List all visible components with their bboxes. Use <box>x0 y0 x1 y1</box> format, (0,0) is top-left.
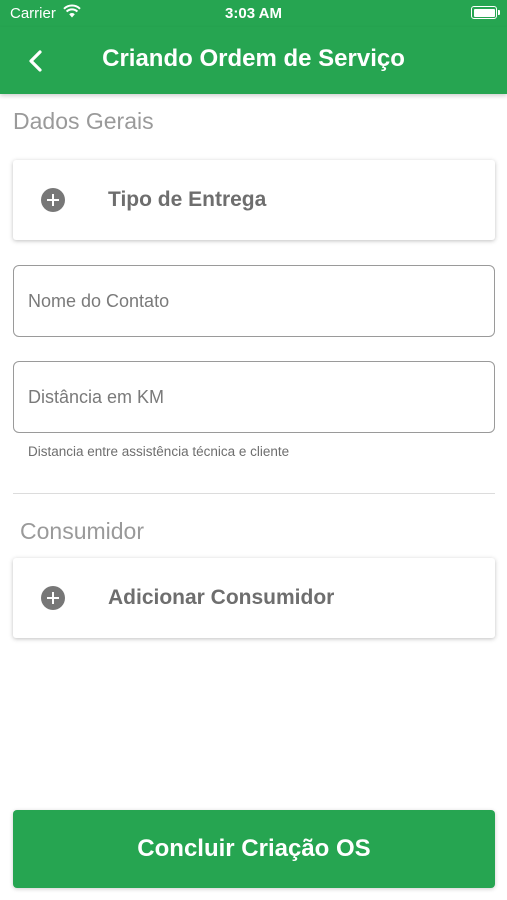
battery-icon <box>471 6 500 19</box>
delivery-type-label: Tipo de Entrega <box>108 188 267 211</box>
section-divider <box>13 493 495 494</box>
section-title-consumer: Consumidor <box>20 518 144 544</box>
delivery-type-button[interactable]: Tipo de Entrega <box>13 160 495 240</box>
navigation-bar: Criando Ordem de Serviço <box>0 27 507 94</box>
add-circle-icon <box>41 188 65 212</box>
status-time: 3:03 AM <box>225 5 282 22</box>
add-circle-icon <box>41 586 65 610</box>
status-bar: Carrier 3:03 AM <box>0 0 507 27</box>
section-title-general: Dados Gerais <box>13 108 154 134</box>
add-consumer-button[interactable]: Adicionar Consumidor <box>13 558 495 638</box>
contact-name-input[interactable] <box>13 265 495 337</box>
battery-level <box>473 8 495 17</box>
submit-order-button[interactable]: Concluir Criação OS <box>13 810 495 888</box>
add-consumer-label: Adicionar Consumidor <box>108 586 335 609</box>
distance-input[interactable] <box>13 361 495 433</box>
page-title: Criando Ordem de Serviço <box>102 45 405 72</box>
distance-helper-text: Distancia entre assistência técnica e cl… <box>28 444 290 459</box>
